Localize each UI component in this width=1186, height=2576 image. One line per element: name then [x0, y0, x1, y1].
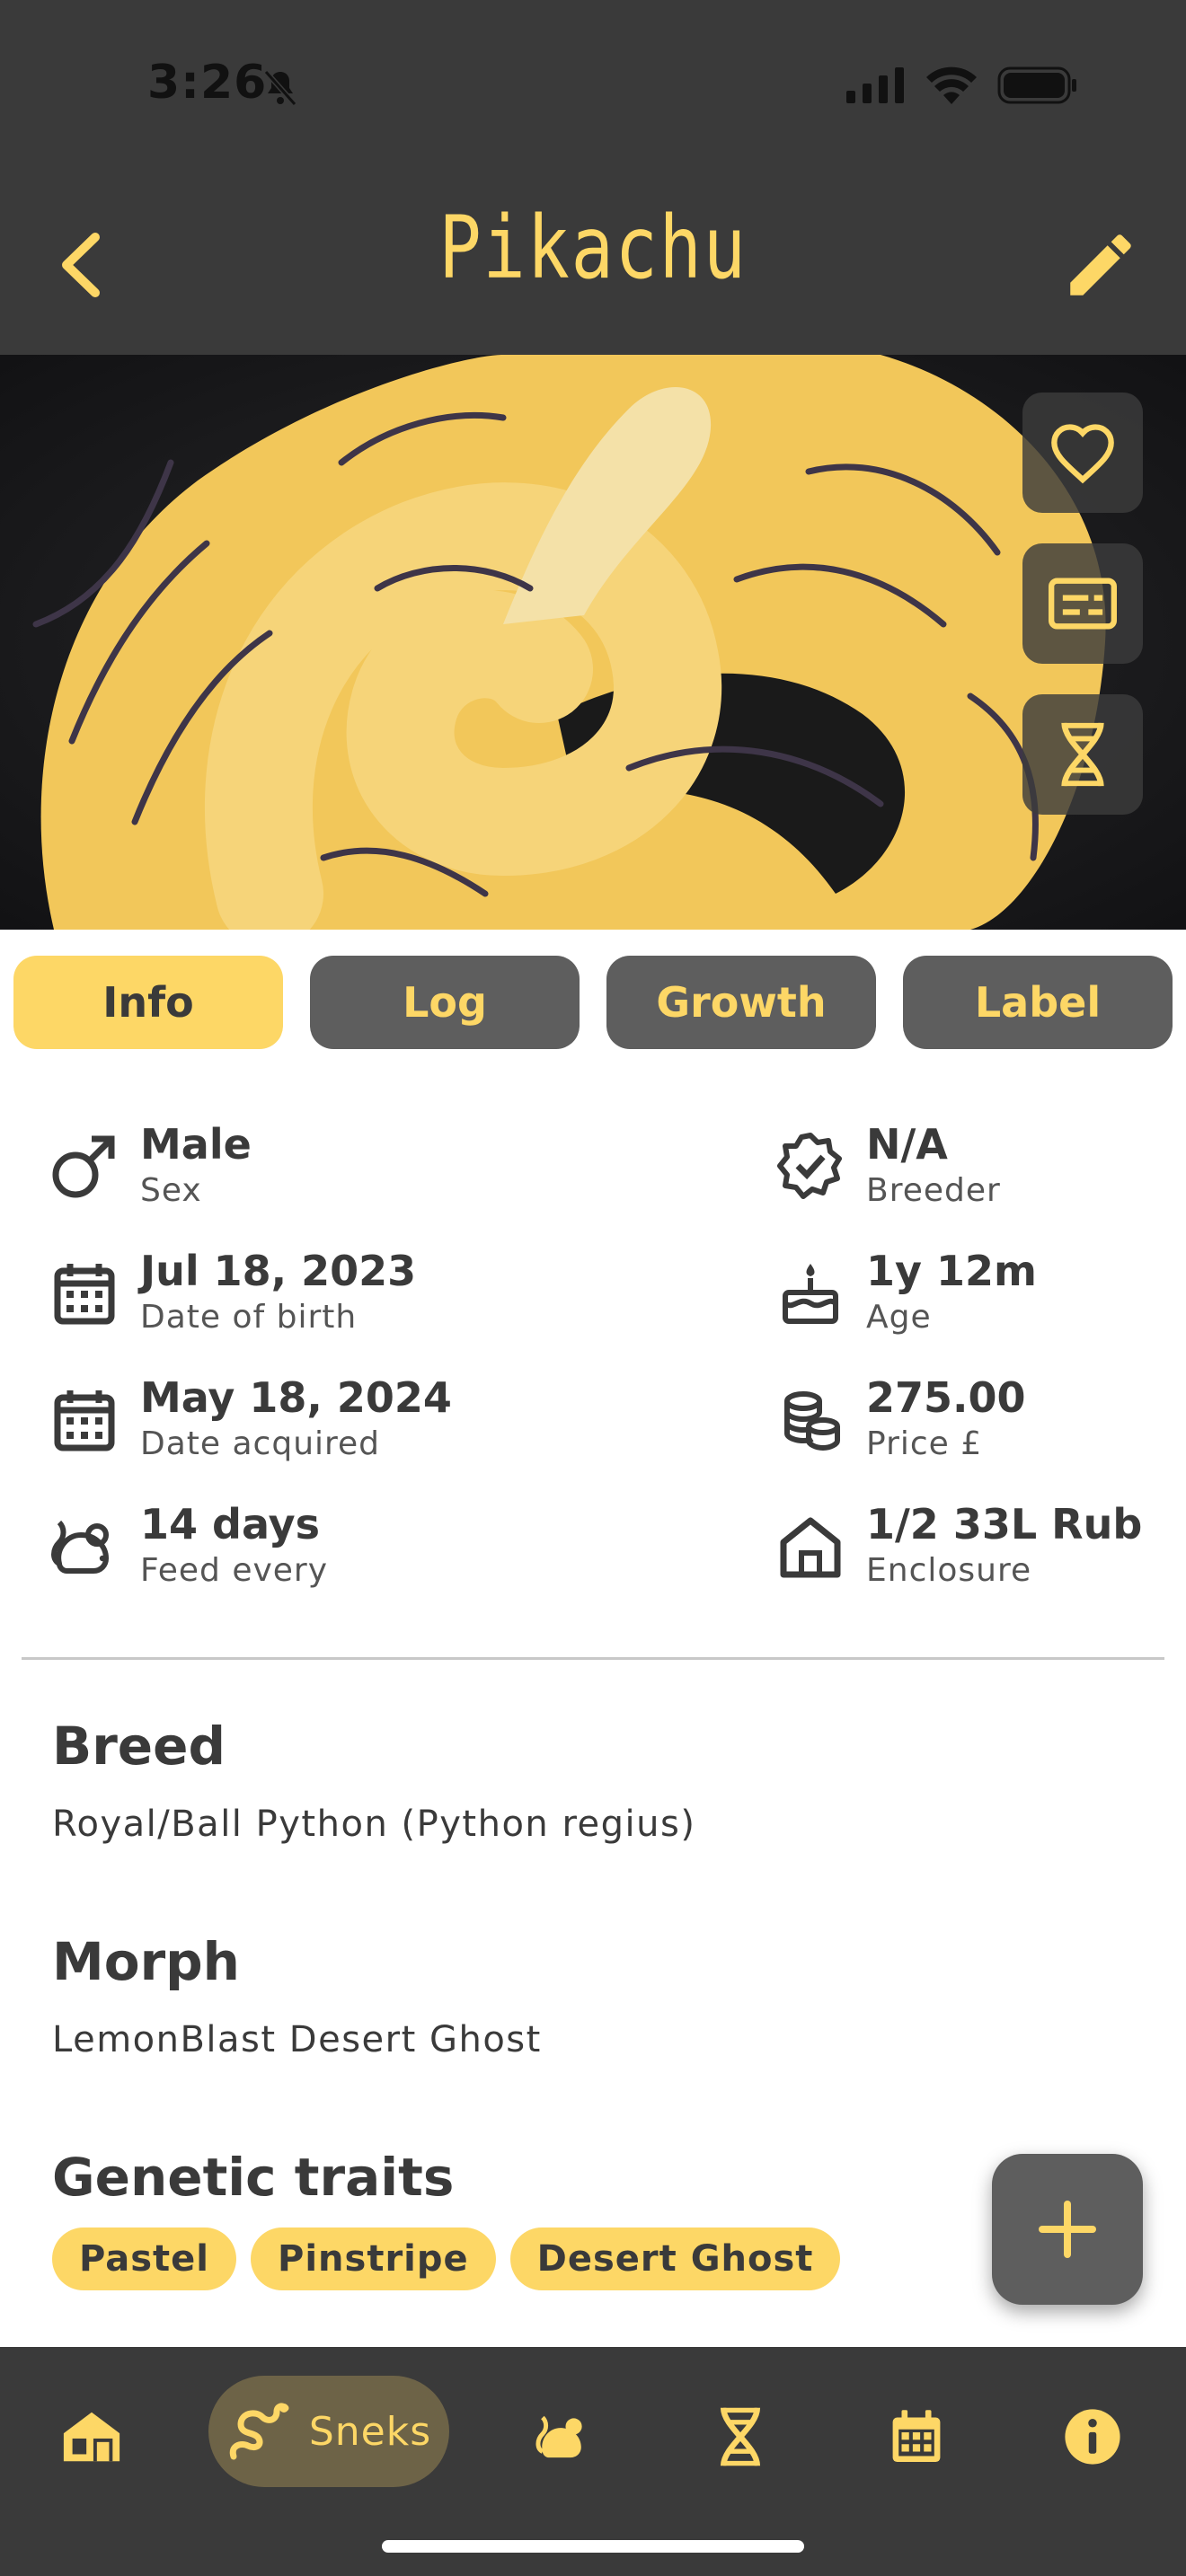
breeder-label: Breeder	[866, 1171, 1001, 1209]
dna-icon	[720, 2407, 761, 2466]
calendar-icon	[54, 1390, 115, 1451]
nav-sneks-label: Sneks	[308, 2408, 432, 2455]
sex-value: Male	[140, 1120, 252, 1169]
rodent-icon	[51, 1520, 110, 1574]
home-icon	[63, 2412, 120, 2462]
price-value: 275.00	[866, 1373, 1026, 1422]
nav-about[interactable]	[1048, 2392, 1137, 2482]
genetics-heading: Genetic traits	[52, 2147, 455, 2208]
status-time: 3:26	[147, 56, 268, 110]
trait-chip[interactable]: Pastel	[52, 2228, 237, 2290]
dob-value: Jul 18, 2023	[140, 1247, 417, 1295]
add-button[interactable]	[992, 2154, 1143, 2305]
info-feed: 14 days Feed every	[49, 1501, 328, 1589]
acquired-label: Date acquired	[140, 1425, 381, 1462]
tab-growth[interactable]: Growth	[606, 956, 876, 1049]
enclosure-label: Enclosure	[866, 1551, 1032, 1589]
signal-icon	[846, 67, 904, 103]
tab-label[interactable]: Label	[903, 956, 1173, 1049]
genetics-button[interactable]	[1022, 694, 1143, 815]
sex-label: Sex	[140, 1171, 202, 1209]
breed-heading: Breed	[52, 1716, 226, 1777]
plus-icon	[1039, 2201, 1096, 2258]
info-enclosure: 1/2 33L Rub Enclosure	[774, 1501, 1142, 1589]
snake-icon	[229, 2403, 289, 2460]
app-header: Pikachu	[0, 171, 1186, 355]
breeder-value: N/A	[866, 1120, 948, 1169]
info-breeder: N/A Breeder	[774, 1121, 1001, 1209]
id-card-icon	[1049, 578, 1117, 630]
acquired-value: May 18, 2024	[140, 1373, 452, 1422]
calendar-icon	[892, 2410, 941, 2463]
calendar-icon	[54, 1264, 115, 1325]
tab-info[interactable]: Info	[13, 956, 283, 1049]
male-icon	[52, 1135, 115, 1198]
edit-pencil-icon[interactable]	[1060, 225, 1141, 305]
nav-sneks[interactable]: Sneks	[208, 2376, 449, 2487]
tab-bar: Info Log Growth Label	[13, 956, 1173, 1049]
home-indicator[interactable]	[382, 2540, 804, 2553]
nav-genetics[interactable]	[695, 2392, 785, 2482]
nav-feeding[interactable]	[518, 2392, 608, 2482]
info-sex: Male Sex	[49, 1121, 252, 1209]
heart-icon	[1051, 424, 1114, 484]
breed-value: Royal/Ball Python (Python regius)	[52, 1804, 696, 1845]
house-icon	[780, 1517, 841, 1578]
info-age: 1y 12m Age	[774, 1248, 1037, 1336]
morph-heading: Morph	[52, 1931, 240, 1992]
dob-label: Date of birth	[140, 1298, 358, 1336]
section-divider	[22, 1657, 1164, 1660]
card-button[interactable]	[1022, 543, 1143, 664]
trait-chips: Pastel Pinstripe Desert Ghost	[52, 2228, 841, 2290]
snake-photo	[0, 355, 1186, 930]
page-title: Pikachu	[438, 198, 748, 298]
info-acquired: May 18, 2024 Date acquired	[49, 1374, 452, 1462]
nav-home[interactable]	[47, 2392, 137, 2482]
info-price: 275.00 Price £	[774, 1374, 1026, 1462]
feed-value: 14 days	[140, 1500, 320, 1548]
price-label: Price £	[866, 1425, 983, 1462]
battery-icon	[997, 66, 1076, 104]
age-label: Age	[866, 1298, 932, 1336]
info-icon	[1065, 2409, 1120, 2465]
wifi-icon	[926, 66, 977, 104]
bell-muted-icon	[263, 70, 297, 106]
coins-icon	[784, 1391, 840, 1451]
enclosure-value: 1/2 33L Rub	[866, 1500, 1143, 1548]
rodent-icon	[535, 2415, 582, 2458]
nav-calendar[interactable]	[872, 2392, 961, 2482]
verified-badge-icon	[777, 1133, 842, 1199]
trait-chip[interactable]: Desert Ghost	[509, 2228, 841, 2290]
status-bar: 3:26	[0, 0, 1186, 171]
feed-label: Feed every	[140, 1551, 329, 1589]
morph-value: LemonBlast Desert Ghost	[52, 2019, 542, 2060]
info-dob: Jul 18, 2023 Date of birth	[49, 1248, 416, 1336]
favorite-button[interactable]	[1022, 393, 1143, 513]
age-value: 1y 12m	[866, 1247, 1037, 1295]
cake-icon	[783, 1264, 838, 1324]
snake-image	[0, 355, 1186, 930]
dna-icon	[1061, 722, 1104, 787]
trait-chip[interactable]: Pinstripe	[251, 2228, 496, 2290]
status-indicators	[846, 66, 1078, 104]
tab-log[interactable]: Log	[310, 956, 580, 1049]
